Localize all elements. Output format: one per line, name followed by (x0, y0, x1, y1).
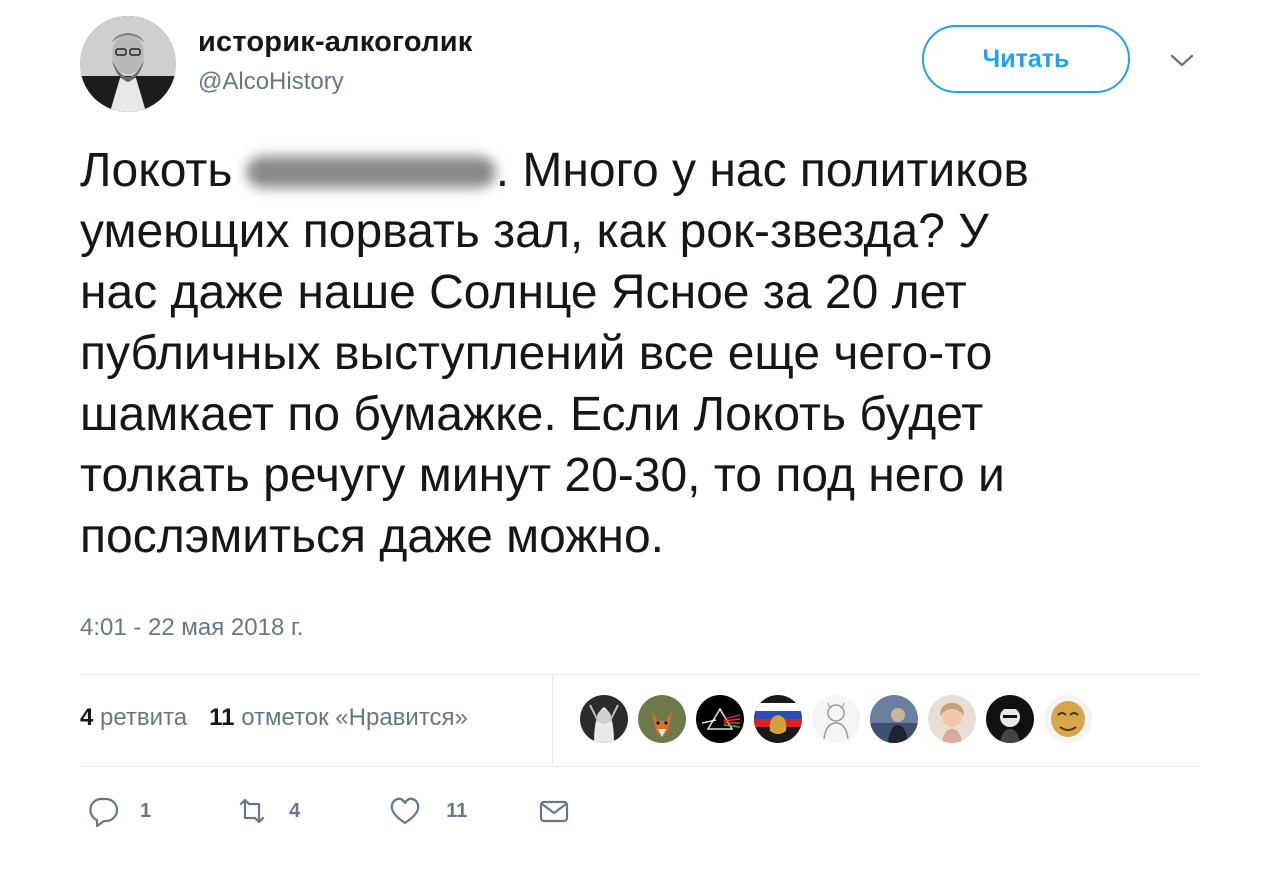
envelope-icon (537, 794, 571, 828)
likes-label: отметок «Нравится» (241, 704, 468, 731)
tweet-text-rest: . Много у нас политиков умеющих порвать … (80, 144, 1029, 563)
tweet-actions: 1 4 11 (86, 794, 571, 828)
tweet-timestamp[interactable]: 4:01 - 22 мая 2018 г. (80, 614, 303, 642)
tweet-text: Локоть . Много у нас политиков умеющих п… (80, 140, 1210, 567)
liker-avatar[interactable] (986, 695, 1034, 743)
heart-icon (388, 794, 422, 828)
liker-avatar[interactable] (1044, 695, 1092, 743)
reply-icon (86, 794, 120, 828)
redacted-word-blur (245, 156, 496, 188)
likes-count: 11 (209, 704, 235, 731)
retweet-count: 4 (289, 799, 301, 822)
liker-avatar[interactable] (870, 695, 918, 743)
chevron-down-icon[interactable] (1168, 48, 1196, 72)
retweet-icon (235, 794, 269, 828)
tweet-text-start: Локоть (80, 144, 246, 197)
tweet-stats: 4 ретвита 11 отметок «Нравится» (80, 704, 468, 732)
author-avatar[interactable] (80, 16, 176, 112)
retweet-action[interactable]: 4 (235, 794, 300, 828)
like-action[interactable]: 11 (388, 794, 467, 828)
retweets-stat[interactable]: 4 ретвита (80, 704, 187, 732)
liker-avatar[interactable] (812, 695, 860, 743)
liker-avatar[interactable] (928, 695, 976, 743)
author-handle[interactable]: @AlcoHistory (198, 68, 344, 96)
divider-bottom (80, 766, 1200, 767)
liker-avatar[interactable] (754, 695, 802, 743)
divider-vertical (552, 675, 553, 765)
divider-top (80, 674, 1200, 675)
like-count: 11 (446, 799, 468, 822)
reply-action[interactable]: 1 (86, 794, 151, 828)
likes-stat[interactable]: 11 отметок «Нравится» (209, 704, 468, 732)
liker-avatar[interactable] (638, 695, 686, 743)
likers-avatars (580, 695, 1092, 743)
follow-button[interactable]: Читать (922, 25, 1130, 93)
author-name[interactable]: историк-алкоголик (198, 26, 472, 59)
direct-message-action[interactable] (537, 794, 571, 828)
reply-count: 1 (140, 799, 152, 822)
liker-avatar[interactable] (696, 695, 744, 743)
retweets-count: 4 (80, 704, 94, 731)
liker-avatar[interactable] (580, 695, 628, 743)
retweets-label: ретвита (100, 704, 188, 731)
